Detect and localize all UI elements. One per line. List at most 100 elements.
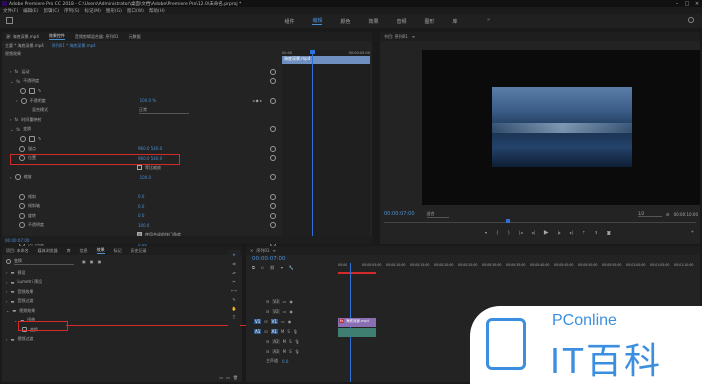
reset-icon[interactable]: [270, 145, 276, 152]
delete-icon[interactable]: 🗑: [233, 375, 238, 380]
timeline-title[interactable]: 序列01: [256, 248, 269, 254]
eye-icon[interactable]: ◉: [289, 309, 293, 314]
reset-icon[interactable]: [270, 222, 276, 229]
eye-icon[interactable]: ◉: [288, 319, 292, 324]
minimize-button[interactable]: –: [672, 1, 682, 7]
tab-info[interactable]: 信息: [80, 248, 88, 254]
source-patch-v1[interactable]: V1: [254, 318, 262, 324]
ellipse-mask-icon[interactable]: [20, 87, 26, 94]
ripple-edit-tool-icon[interactable]: ⟛: [232, 270, 236, 275]
param-value[interactable]: 100.0 %: [140, 98, 157, 103]
mic-icon[interactable]: 🎙: [295, 349, 300, 354]
menu-clip[interactable]: 剪辑(C): [43, 8, 59, 14]
tree-item[interactable]: › ▬ 音频效果: [2, 287, 242, 297]
mark-out-icon[interactable]: }: [508, 230, 511, 235]
add-button-icon[interactable]: +: [691, 229, 694, 234]
program-timecode[interactable]: 00:00:07:00: [384, 211, 415, 217]
timeline-timecode[interactable]: 00:00:07:00: [252, 256, 286, 262]
tree-item[interactable]: ⌄ ▬ 视频效果: [2, 306, 242, 316]
reset-icon[interactable]: [270, 68, 276, 75]
param-row[interactable]: 不透明度 100.0: [2, 221, 276, 231]
tab-libraries[interactable]: 库: [67, 248, 71, 254]
workspace-color[interactable]: 颜色: [340, 18, 350, 25]
stopwatch-icon[interactable]: [19, 203, 25, 210]
param-row[interactable]: 锚点 960.0 540.0: [2, 144, 276, 154]
solo-button[interactable]: S: [289, 339, 292, 344]
param-value[interactable]: 100.0: [138, 223, 149, 228]
fit-select[interactable]: 适合: [426, 211, 449, 218]
workspace-more-icon[interactable]: »: [487, 17, 490, 23]
track-select-tool-icon[interactable]: ⇉: [232, 261, 235, 266]
ec-clip-bar[interactable]: 海底深景.mp4: [282, 56, 370, 64]
sync-lock-icon[interactable]: ⊟: [266, 299, 269, 304]
workspace-libraries[interactable]: 库: [453, 18, 458, 25]
effects-search-input[interactable]: 变换: [14, 258, 74, 265]
new-bin-icon[interactable]: ▭: [219, 375, 223, 380]
go-to-out-icon[interactable]: ▸|: [570, 230, 573, 235]
reset-icon[interactable]: [270, 193, 276, 200]
track-label[interactable]: V2: [272, 308, 280, 314]
tree-item[interactable]: › ▬ Lumetri 预设: [2, 278, 242, 288]
tab-effect-controls[interactable]: 效果控件: [48, 33, 65, 40]
workspace-assembly[interactable]: 组件: [284, 18, 294, 25]
audio-track-header[interactable]: A1 ⊟ A1 M S 🎙: [250, 326, 336, 336]
mute-button[interactable]: M: [281, 329, 284, 334]
effect-row-opacity[interactable]: ⌄ fx 不透明度: [2, 77, 276, 87]
selection-tool-icon[interactable]: ➤: [232, 252, 235, 257]
track-output-icon[interactable]: ▭: [283, 299, 287, 304]
hand-tool-icon[interactable]: ✋: [232, 306, 237, 311]
param-value[interactable]: 0.0: [138, 194, 144, 199]
new-item-icon[interactable]: ▭: [226, 375, 230, 380]
play-icon[interactable]: ▶: [544, 229, 549, 236]
effect-row-time-remap[interactable]: › fx 时间重映射: [2, 115, 276, 125]
tree-item[interactable]: › ▬ 预设: [2, 268, 242, 278]
video-clip[interactable]: fx 海底深景.mp4: [338, 318, 376, 327]
tab-audio-mixer[interactable]: 音频剪辑混合器: 序列01: [75, 34, 119, 40]
track-label[interactable]: A3: [272, 348, 280, 354]
close-button[interactable]: ×: [692, 1, 702, 7]
pen-mask-icon[interactable]: ✎: [38, 88, 41, 93]
solo-button[interactable]: S: [289, 349, 292, 354]
track-output-icon[interactable]: ▭: [283, 309, 287, 314]
panel-menu-icon[interactable]: ≡: [272, 248, 275, 253]
stopwatch-icon[interactable]: [20, 97, 27, 104]
stopwatch-icon[interactable]: [19, 222, 25, 229]
track-label[interactable]: V1: [270, 318, 278, 324]
rect-mask-icon[interactable]: [29, 135, 35, 142]
tree-item[interactable]: › ▬ 视频过渡: [2, 335, 242, 345]
mic-icon[interactable]: 🎙: [295, 339, 300, 344]
param-value[interactable]: 100.0: [140, 175, 151, 180]
sequence-clip-path[interactable]: 序列01 * 海底深景.mp4: [52, 43, 96, 49]
menu-graphics[interactable]: 图形(G): [106, 8, 122, 14]
ec-playhead-handle[interactable]: [310, 50, 315, 54]
tab-metadata[interactable]: 元数据: [129, 34, 141, 40]
param-row[interactable]: 倾斜轴 0.0: [2, 201, 276, 211]
step-back-icon[interactable]: ◂|: [531, 230, 534, 235]
param-row-scale[interactable]: › 缩放 100.0: [2, 173, 276, 183]
sync-lock-icon[interactable]: ⊟: [266, 339, 269, 344]
blend-mode-select[interactable]: 正常: [139, 107, 189, 114]
tab-markers[interactable]: 标记: [114, 248, 122, 254]
lift-icon[interactable]: ⇡: [582, 230, 585, 235]
menu-marker[interactable]: 标记(M): [85, 8, 101, 14]
param-value[interactable]: 0.0: [138, 213, 144, 218]
sync-lock-icon[interactable]: ⊟: [264, 319, 267, 324]
mute-button[interactable]: M: [283, 349, 286, 354]
keyframe-nav-icon[interactable]: ◂ ◆ ▸: [252, 98, 262, 103]
program-viewer[interactable]: [422, 50, 700, 205]
sync-lock-icon[interactable]: ⊟: [266, 349, 269, 354]
program-scrubber[interactable]: [384, 219, 696, 223]
menu-help[interactable]: 帮助(H): [149, 8, 165, 14]
param-row[interactable]: 旋转 0.0: [2, 211, 276, 221]
sync-lock-icon[interactable]: ⊟: [266, 309, 269, 314]
stopwatch-icon[interactable]: [19, 145, 25, 152]
source-patch-a1[interactable]: A1: [254, 328, 262, 334]
ellipse-mask-icon[interactable]: [20, 135, 26, 142]
track-label[interactable]: V3: [272, 298, 280, 304]
workspace-graphics[interactable]: 图形: [425, 18, 435, 25]
menu-window[interactable]: 窗口(W): [127, 8, 144, 14]
audio-clip[interactable]: [338, 328, 376, 337]
workspace-editing[interactable]: 编辑: [312, 17, 323, 25]
video-track-header[interactable]: V1 ⊟ V1 ▭ ◉: [250, 316, 336, 326]
tab-source[interactable]: 源: 海底深景.mp4: [6, 34, 39, 40]
